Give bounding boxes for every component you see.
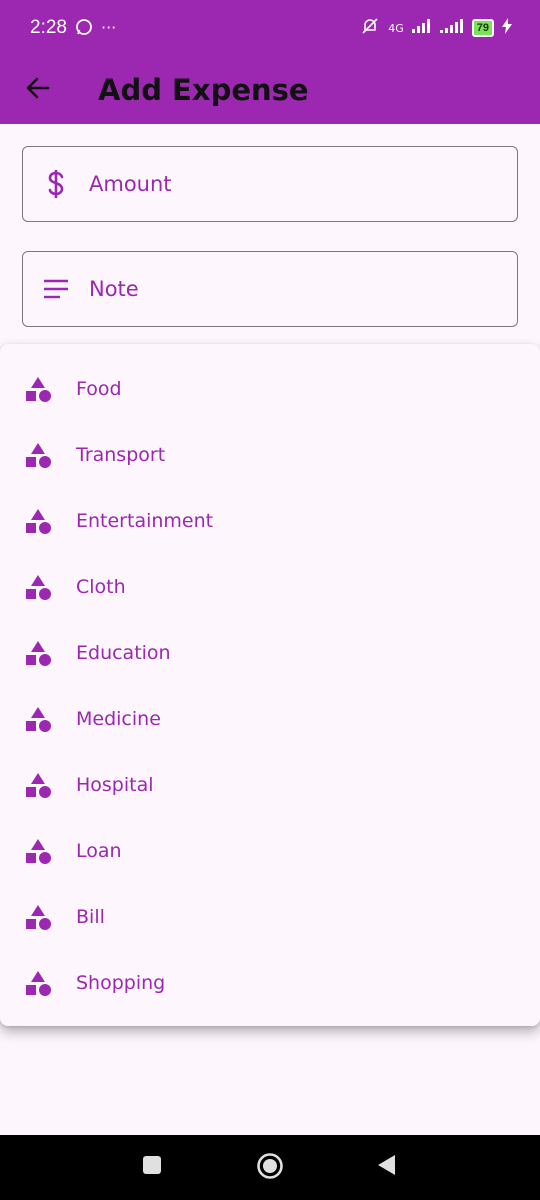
status-time: 2:28 [30,17,67,38]
menu-item-medicine[interactable]: Medicine [0,686,540,752]
back-nav-button[interactable] [374,1155,398,1179]
status-bar: 2:28 ··· 4G 79 [0,0,540,56]
category-icon [26,575,51,600]
menu-item-label: Medicine [76,708,161,730]
battery-level: 79 [471,19,494,37]
home-button[interactable] [255,1153,285,1183]
menu-item-loan[interactable]: Loan [0,818,540,884]
menu-item-label: Food [76,378,122,400]
network-type-label: 4G [388,21,404,35]
square-icon [142,1155,162,1179]
category-dropdown-menu: Food Transport Entertainment Cloth Educa… [0,344,540,1026]
page-title: Add Expense [98,73,309,107]
app-bar: Add Expense [0,56,540,124]
category-icon [26,773,51,798]
amount-field[interactable]: Amount [22,146,518,222]
note-field[interactable]: Note [22,251,518,327]
menu-item-label: Shopping [76,972,166,994]
menu-item-cloth[interactable]: Cloth [0,554,540,620]
menu-item-bill[interactable]: Bill [0,884,540,950]
menu-item-label: Transport [76,444,166,466]
recents-button[interactable] [140,1155,164,1179]
menu-item-label: Education [76,642,171,664]
signal-icon-2 [439,19,464,37]
menu-item-label: Entertainment [76,510,214,532]
whatsapp-icon [75,18,93,39]
category-icon [26,443,51,468]
menu-item-label: Cloth [76,576,126,598]
menu-item-hospital[interactable]: Hospital [0,752,540,818]
dollar-icon [23,169,89,199]
category-icon [26,839,51,864]
more-notifications-icon: ··· [100,18,117,37]
status-left: 2:28 ··· [30,17,116,39]
amount-label: Amount [89,172,172,196]
triangle-back-icon [375,1153,397,1181]
charging-icon [502,18,512,38]
notes-icon [23,278,89,300]
menu-item-label: Hospital [76,774,154,796]
back-button[interactable] [10,62,66,118]
menu-item-food[interactable]: Food [0,356,540,422]
arrow-back-icon [24,74,52,106]
category-icon [26,641,51,666]
category-icon [26,905,51,930]
menu-item-label: Bill [76,906,105,928]
menu-item-education[interactable]: Education [0,620,540,686]
menu-item-label: Loan [76,840,122,862]
signal-icon-1 [411,19,432,37]
menu-item-entertainment[interactable]: Entertainment [0,488,540,554]
category-icon [26,971,51,996]
menu-item-transport[interactable]: Transport [0,422,540,488]
category-icon [26,707,51,732]
note-label: Note [89,277,139,301]
menu-item-shopping[interactable]: Shopping [0,950,540,1016]
category-icon [26,509,51,534]
mute-icon [360,16,380,40]
category-icon [26,377,51,402]
status-right: 4G 79 [360,16,512,40]
circle-icon [256,1152,284,1184]
system-nav-bar [0,1135,540,1200]
